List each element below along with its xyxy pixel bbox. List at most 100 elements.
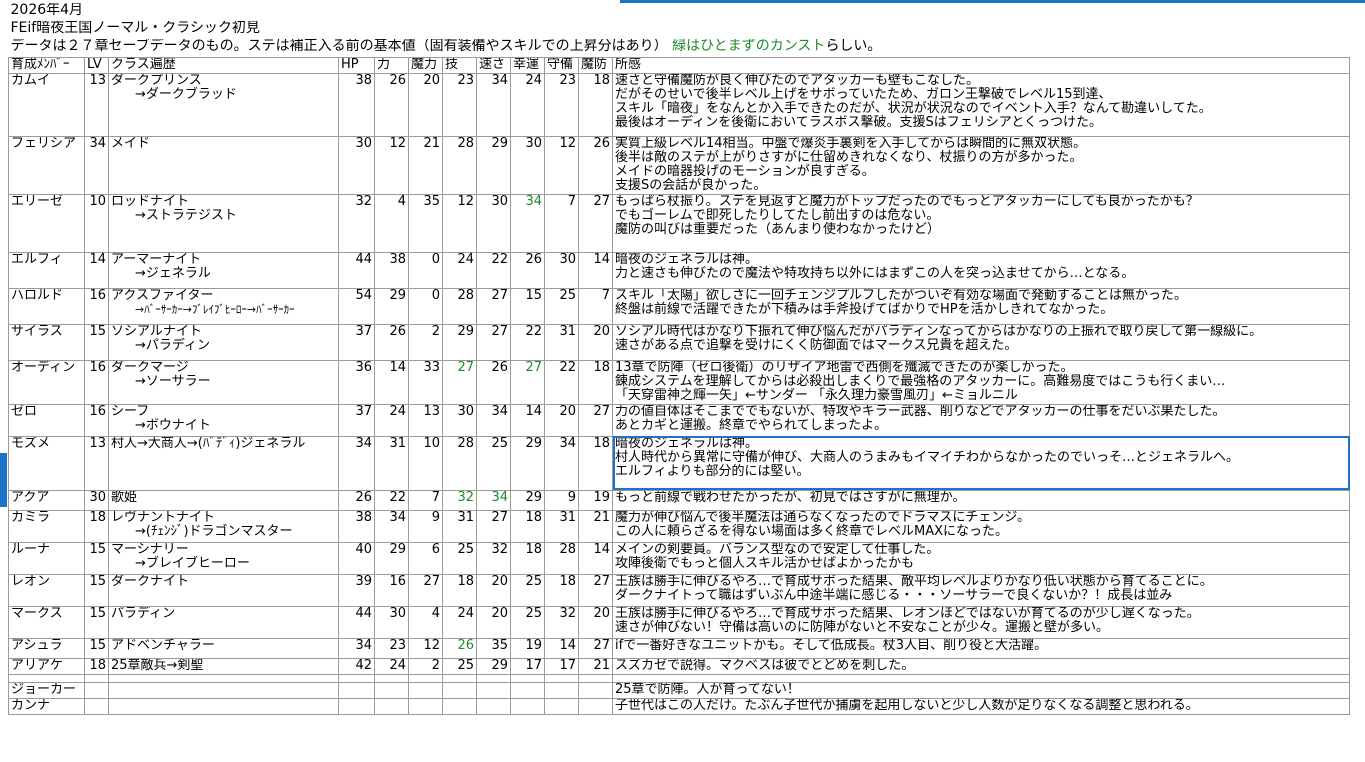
member-name-cell[interactable]: オーディン [8, 359, 85, 405]
stat-def-cell[interactable]: 32 [544, 605, 579, 639]
header-res[interactable]: 魔防 [578, 56, 613, 74]
stat-mag-cell[interactable]: 13 [408, 403, 443, 437]
stat-mag-cell[interactable]: 0 [408, 251, 443, 289]
stat-mag-cell[interactable]: 21 [408, 135, 443, 195]
comment-cell[interactable]: 暗夜のジェネラルは神。 力と速さも伸びたので魔法や特攻持ち以外にはまずこの人を突っ… [612, 251, 1350, 289]
level-cell[interactable]: 18 [84, 509, 109, 543]
stat-res-cell[interactable]: 21 [578, 509, 613, 543]
member-name-cell[interactable]: モズメ [8, 435, 85, 491]
member-name-cell[interactable]: ジョーカー [8, 681, 85, 699]
stat-spd-cell[interactable]: 26 [476, 359, 511, 405]
note-cell[interactable]: データは２７章セーブデータのもの。ステは補正入る前の基本値（固有装備やスキルでの… [9, 39, 1350, 57]
stat-mag-cell[interactable]: 6 [408, 541, 443, 575]
stat-hp-cell[interactable]: 44 [338, 605, 375, 639]
stat-skl-cell[interactable] [442, 697, 477, 715]
level-cell[interactable]: 15 [84, 541, 109, 575]
stat-str-cell[interactable] [374, 681, 409, 699]
stat-hp-cell[interactable]: 37 [338, 323, 375, 361]
stat-def-cell[interactable]: 12 [544, 135, 579, 195]
stat-str-cell[interactable]: 14 [374, 359, 409, 405]
level-cell[interactable]: 16 [84, 359, 109, 405]
comment-cell[interactable]: もっぱら杖振り。ステを見返すと魔力がトップだったのでもっとアタッカーにしても良か… [612, 193, 1350, 253]
level-cell[interactable]: 15 [84, 637, 109, 659]
stat-skl-cell[interactable]: 28 [442, 287, 477, 325]
class-history-cell[interactable]: パラディン [108, 605, 339, 639]
stat-def-cell[interactable] [544, 697, 579, 715]
stat-def-cell[interactable] [544, 673, 579, 683]
stat-def-cell[interactable]: 30 [544, 251, 579, 289]
member-name-cell[interactable]: アクア [8, 489, 85, 511]
stat-mag-cell[interactable]: 0 [408, 287, 443, 325]
stat-res-cell[interactable]: 21 [578, 657, 613, 675]
stat-mag-cell[interactable]: 2 [408, 657, 443, 675]
stat-res-cell[interactable]: 27 [578, 403, 613, 437]
comment-cell[interactable]: 魔力が伸び悩んで後半魔法は通らなくなったのでドラマスにチェンジ。 この人に頼らざる… [612, 509, 1350, 543]
stat-lck-cell[interactable]: 25 [510, 605, 545, 639]
member-name-cell[interactable]: ハロルド [8, 287, 85, 325]
header-lv[interactable]: LV [84, 56, 109, 74]
stat-str-cell[interactable]: 4 [374, 193, 409, 253]
member-name-cell[interactable]: ルーナ [8, 541, 85, 575]
stat-spd-cell[interactable]: 25 [476, 435, 511, 491]
stat-res-cell[interactable]: 20 [578, 323, 613, 361]
stat-lck-cell[interactable] [510, 697, 545, 715]
stat-def-cell[interactable]: 7 [544, 193, 579, 253]
header-skl[interactable]: 技 [442, 56, 477, 74]
stat-def-cell[interactable]: 22 [544, 359, 579, 405]
stat-skl-cell[interactable] [442, 681, 477, 699]
header-member[interactable]: 育成ﾒﾝﾊﾞｰ [8, 56, 85, 74]
stat-skl-cell[interactable]: 18 [442, 573, 477, 607]
stat-skl-cell[interactable]: 25 [442, 657, 477, 675]
stat-mag-cell[interactable]: 7 [408, 489, 443, 511]
stat-res-cell[interactable]: 14 [578, 251, 613, 289]
stat-skl-cell[interactable] [442, 673, 477, 683]
stat-hp-cell[interactable] [338, 673, 375, 683]
comment-cell[interactable]: 子世代はこの人だけ。たぶん子世代か捕虜を起用しないと少し人数が足りなくなる調整と… [612, 697, 1350, 715]
level-cell[interactable]: 15 [84, 573, 109, 607]
class-history-cell[interactable]: ロッドナイト →ストラテジスト [108, 193, 339, 253]
comment-cell[interactable]: 実質上級レベル14相当。中盤で爆炎手裏剣を入手してからは瞬間的に無双状態。 後半は… [612, 135, 1350, 195]
stat-spd-cell[interactable]: 22 [476, 251, 511, 289]
member-name-cell[interactable]: フェリシア [8, 135, 85, 195]
comment-cell[interactable]: 速さと守備魔防が良く伸びたのでアタッカーも壁もこなした。 だがそのせいで後半レベル… [612, 72, 1350, 137]
stat-spd-cell[interactable]: 27 [476, 323, 511, 361]
member-name-cell[interactable]: カンナ [8, 697, 85, 715]
class-history-cell[interactable]: アドベンチャラー [108, 637, 339, 659]
class-history-cell[interactable]: ダークプリンス →ダークブラッド [108, 72, 339, 137]
stat-spd-cell[interactable] [476, 681, 511, 699]
member-name-cell[interactable]: カムイ [8, 72, 85, 137]
stat-res-cell[interactable]: 14 [578, 541, 613, 575]
stat-res-cell[interactable]: 18 [578, 435, 613, 491]
stat-str-cell[interactable]: 23 [374, 637, 409, 659]
stat-skl-cell[interactable]: 25 [442, 541, 477, 575]
stat-def-cell[interactable]: 9 [544, 489, 579, 511]
stat-def-cell[interactable]: 25 [544, 287, 579, 325]
stat-lck-cell[interactable]: 24 [510, 72, 545, 137]
stat-skl-cell[interactable]: 12 [442, 193, 477, 253]
stat-hp-cell[interactable]: 30 [338, 135, 375, 195]
class-history-cell[interactable]: メイド [108, 135, 339, 195]
stat-res-cell[interactable] [578, 673, 613, 683]
stat-res-cell[interactable]: 27 [578, 193, 613, 253]
stat-str-cell[interactable]: 24 [374, 403, 409, 437]
comment-cell[interactable]: 力の値自体はそこまででもないが、特攻やキラー武器、削りなどでアタッカーの仕事をだ… [612, 403, 1350, 437]
stat-skl-cell[interactable]: 28 [442, 435, 477, 491]
stat-hp-cell[interactable]: 26 [338, 489, 375, 511]
stat-def-cell[interactable]: 14 [544, 637, 579, 659]
stat-hp-cell[interactable]: 34 [338, 637, 375, 659]
level-cell[interactable]: 30 [84, 489, 109, 511]
stat-str-cell[interactable]: 38 [374, 251, 409, 289]
stat-lck-cell[interactable] [510, 673, 545, 683]
stat-hp-cell[interactable]: 54 [338, 287, 375, 325]
comment-cell[interactable]: ソシアル時代はかなり下振れて伸び悩んだがパラディンなってからはかなりの上振れで取… [612, 323, 1350, 361]
stat-lck-cell[interactable]: 27 [510, 359, 545, 405]
stat-hp-cell[interactable]: 42 [338, 657, 375, 675]
stat-res-cell[interactable]: 19 [578, 489, 613, 511]
stat-def-cell[interactable]: 31 [544, 509, 579, 543]
stat-res-cell[interactable] [578, 681, 613, 699]
stat-hp-cell[interactable]: 38 [338, 509, 375, 543]
stat-skl-cell[interactable]: 24 [442, 605, 477, 639]
comment-cell[interactable]: もっと前線で戦わせたかったが、初見ではさすがに無理か。 [612, 489, 1350, 511]
class-history-cell[interactable] [108, 673, 339, 683]
class-history-cell[interactable]: アーマーナイト →ジェネラル [108, 251, 339, 289]
